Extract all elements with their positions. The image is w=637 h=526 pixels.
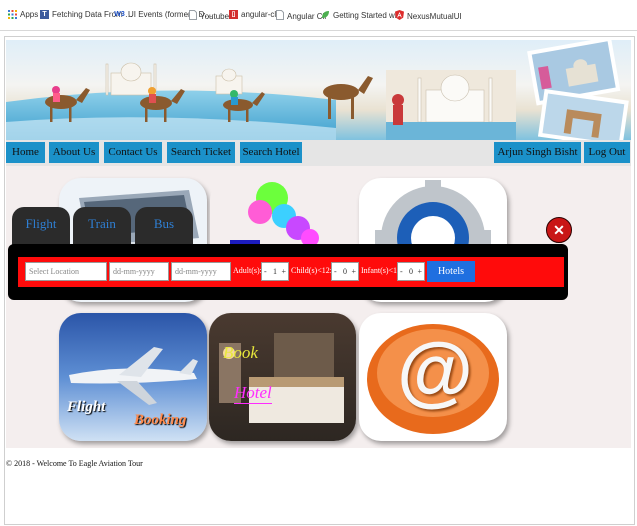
close-icon[interactable]: ✕ <box>546 217 572 243</box>
location-input[interactable]: Select Location <box>25 262 107 281</box>
nav-contact-link[interactable]: Contact Us <box>104 142 162 163</box>
apps-grid-icon <box>8 10 17 19</box>
hotel-tile-label: Hotel <box>234 383 272 404</box>
main-nav: Home About Us Contact Us Search Ticket S… <box>6 140 631 166</box>
bookmark-apps[interactable]: Apps <box>8 10 38 19</box>
adult-stepper[interactable]: - 1 + <box>261 262 289 281</box>
bookmark-label: NexusMutualUI <box>407 11 462 21</box>
angular-icon <box>395 10 404 22</box>
bookmark-youtube[interactable]: Youtube <box>189 10 229 22</box>
bookmark-nexusmutualui[interactable]: NexusMutualUI <box>395 10 462 22</box>
tab-bus[interactable]: Bus <box>135 207 193 245</box>
banner-collage-image <box>6 40 629 140</box>
decrement-icon[interactable]: - <box>400 263 403 280</box>
nav-search-ticket-link[interactable]: Search Ticket <box>167 142 235 163</box>
book-hotel-tile[interactable]: Book Hotel <box>209 313 356 441</box>
nav-user-link[interactable]: Arjun Singh Bisht <box>494 142 581 163</box>
bookmark-angular-cli[interactable]: ▯ angular-cli <box>229 10 278 19</box>
nav-logout-link[interactable]: Log Out <box>584 142 630 163</box>
hotels-search-button[interactable]: Hotels <box>427 261 475 282</box>
infant-stepper[interactable]: - 0 + <box>397 262 425 281</box>
nav-home-link[interactable]: Home <box>6 142 45 163</box>
checkout-date-input[interactable]: dd-mm-yyyy <box>171 262 231 281</box>
decrement-icon[interactable]: - <box>264 263 267 280</box>
infant-label: Infant(s)<1: <box>361 266 400 275</box>
flight-tile-label: Flight <box>67 399 106 415</box>
checkin-date-input[interactable]: dd-mm-yyyy <box>109 262 169 281</box>
document-icon <box>276 10 284 22</box>
infant-value: 0 <box>409 267 413 276</box>
bookmark-angular-cli-2[interactable]: Angular Cli <box>276 10 326 22</box>
increment-icon[interactable]: + <box>417 263 422 280</box>
contact-email-tile[interactable]: @ <box>359 313 507 441</box>
adult-value: 1 <box>273 267 277 276</box>
bookmarks-bar: Apps T Fetching Data From … W3 UI Events… <box>0 0 637 31</box>
book-tile-label: Book <box>223 343 258 362</box>
increment-icon[interactable]: + <box>281 263 286 280</box>
at-symbol-text: @ <box>397 326 474 414</box>
child-label: Child(s)<12: <box>291 266 332 275</box>
leaf-icon <box>321 10 330 21</box>
booking-tile-label: Booking <box>134 412 187 428</box>
document-icon <box>189 10 197 22</box>
bookmark-label: angular-cli <box>241 10 278 19</box>
bookmark-label: Youtube <box>200 11 230 21</box>
tab-train[interactable]: Train <box>73 207 131 245</box>
child-value: 0 <box>343 267 347 276</box>
bookmark-getting-started[interactable]: Getting Started with <box>321 10 403 21</box>
increment-icon[interactable]: + <box>351 263 356 280</box>
page-icon: T <box>40 10 49 19</box>
bookmark-label: Getting Started with <box>333 11 404 20</box>
child-stepper[interactable]: - 0 + <box>331 262 359 281</box>
decrement-icon[interactable]: - <box>334 263 337 280</box>
nav-about-link[interactable]: About Us <box>49 142 99 163</box>
adult-label: Adult(s): <box>233 266 262 275</box>
hotel-room-image <box>219 333 344 423</box>
bookmark-red-icon: ▯ <box>229 10 238 19</box>
flight-booking-tile[interactable]: Flight Booking <box>59 313 207 441</box>
header-banner <box>6 40 631 140</box>
w3-icon: W3 <box>114 11 125 18</box>
nav-search-hotel-link[interactable]: Search Hotel <box>240 142 302 163</box>
tab-flight[interactable]: Flight <box>12 207 70 245</box>
footer-text: © 2018 - Welcome To Eagle Aviation Tour <box>6 459 143 468</box>
bookmark-label: Apps <box>20 10 39 19</box>
